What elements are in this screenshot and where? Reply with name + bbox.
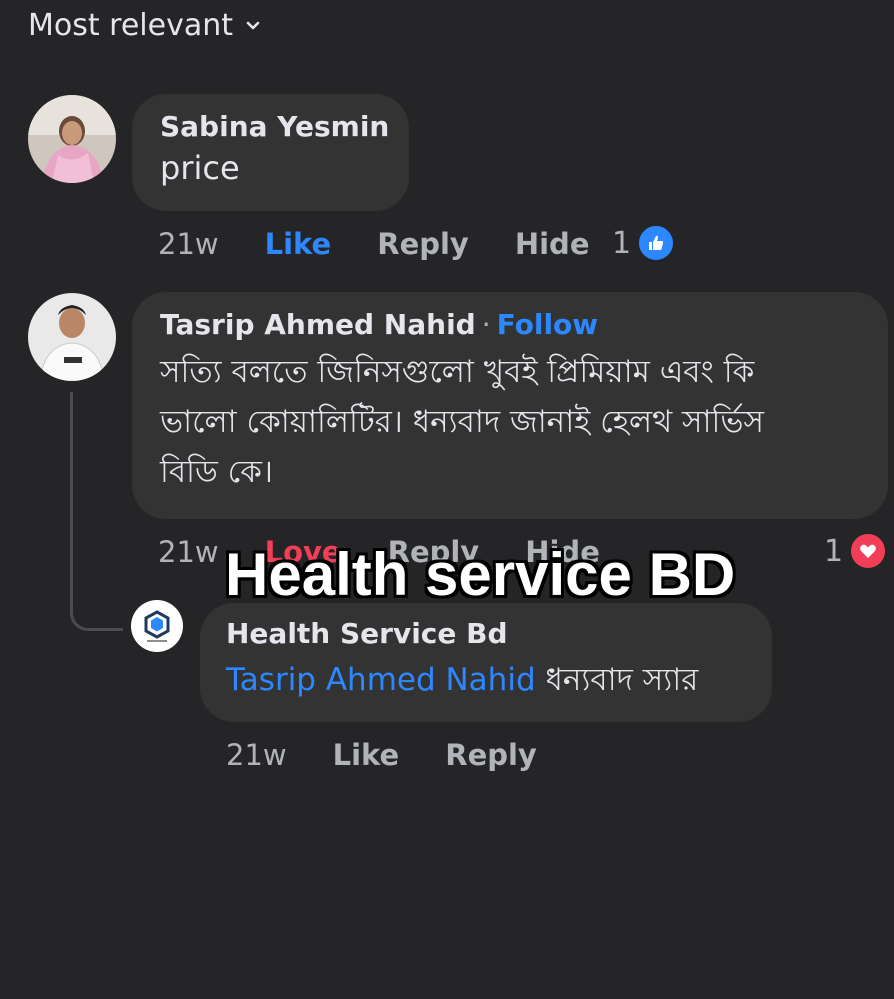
comment-actions: 21w Like Reply Hide [158, 227, 589, 261]
reaction-count: 1 [824, 533, 844, 569]
reaction-summary[interactable]: 1 [824, 532, 888, 570]
like-button[interactable]: Like [333, 738, 400, 772]
heart-icon [849, 532, 888, 570]
page-logo-icon[interactable] [131, 600, 183, 652]
comments-panel: Most relevant Sabina Yesmin price 21w Li… [0, 0, 894, 999]
sort-label: Most relevant [28, 8, 234, 43]
comment-time[interactable]: 21w [158, 535, 219, 569]
comment-text-line: ভালো কোয়ালিটির। ধন্যবাদ জানাই হেলথ সার্… [160, 404, 764, 440]
comment-bubble: Tasrip Ahmed Nahid · Follow সত্যি বলতে জিন… [132, 292, 888, 519]
reaction-summary[interactable]: 1 [612, 224, 676, 262]
mention-link[interactable]: Tasrip Ahmed Nahid [226, 662, 536, 698]
reply-actions: 21w Like Reply [226, 738, 537, 772]
reply-bubble: Health Service Bd Tasrip Ahmed Nahid ধন্… [200, 603, 772, 722]
reply-button[interactable]: Reply [377, 227, 469, 261]
sort-dropdown[interactable]: Most relevant [28, 8, 261, 43]
comment-author[interactable]: Tasrip Ahmed Nahid [160, 308, 476, 341]
like-button[interactable]: Like [265, 227, 332, 261]
reply-text: Tasrip Ahmed Nahid ধন্যবাদ স্যার [226, 656, 746, 708]
reply-time[interactable]: 21w [226, 738, 287, 772]
reaction-count: 1 [612, 225, 632, 261]
comment-bubble: Sabina Yesmin price [132, 94, 409, 211]
comment-time[interactable]: 21w [158, 227, 219, 261]
reply-button[interactable]: Reply [445, 738, 537, 772]
comment-text: price [160, 149, 240, 187]
hide-button[interactable]: Hide [515, 227, 590, 261]
separator: · [481, 308, 491, 341]
comment-text-line: সত্যি বলতে জিনিসগুলো খুবই প্রিমিয়াম এবং… [160, 354, 755, 390]
avatar[interactable] [28, 293, 116, 381]
comment-text: সত্যি বলতে জিনিসগুলো খুবই প্রিমিয়াম এবং… [160, 347, 860, 497]
thread-connector [70, 392, 123, 631]
watermark-text: Health service BD [225, 541, 736, 608]
thumbs-up-icon [637, 224, 676, 262]
comment-author[interactable]: Sabina Yesmin [160, 110, 389, 143]
reply-author[interactable]: Health Service Bd [226, 617, 746, 650]
chevron-down-icon [246, 21, 260, 29]
comment-text-line: বিডি কে। [160, 454, 274, 490]
avatar[interactable] [28, 95, 116, 183]
comment-header: Tasrip Ahmed Nahid · Follow [160, 308, 860, 341]
follow-button[interactable]: Follow [497, 308, 599, 341]
reply-message: ধন্যবাদ স্যার [545, 662, 699, 698]
